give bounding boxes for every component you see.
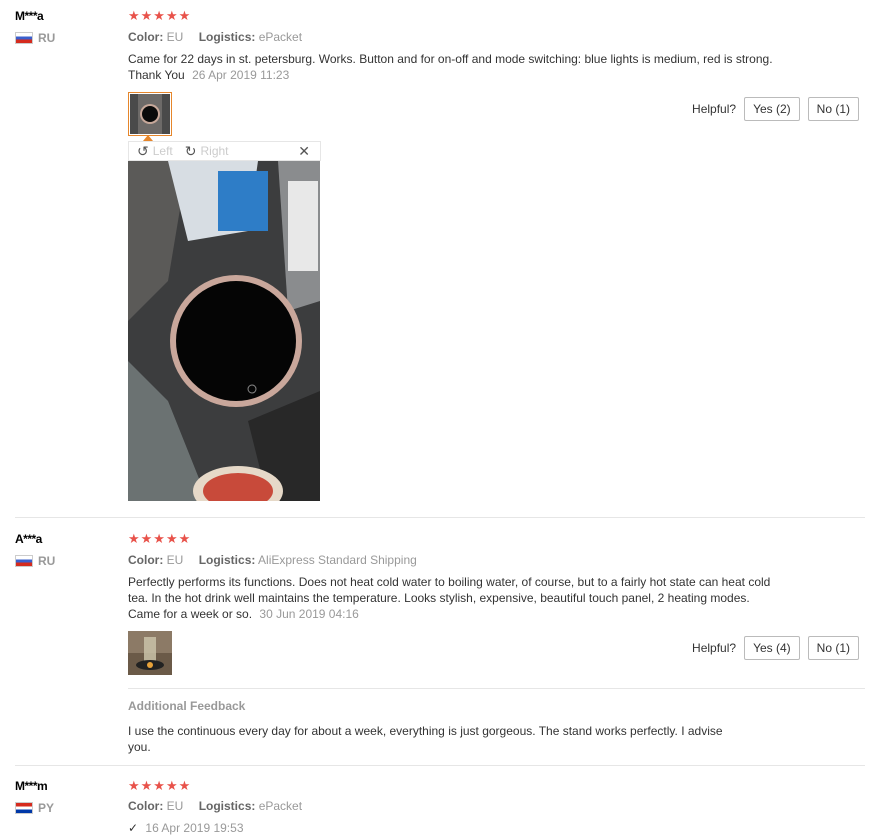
star-rating: ★★★★★	[128, 531, 192, 546]
color-value: EU	[166, 553, 184, 567]
reviewer-country: RU	[15, 31, 55, 45]
additional-feedback-title: Additional Feedback	[128, 699, 246, 713]
helpful-label: Helpful?	[692, 641, 737, 655]
rotate-left-icon: ↺	[137, 142, 149, 159]
feedback-divider	[128, 688, 865, 689]
review-photo-thumbnail[interactable]	[128, 631, 172, 675]
rotate-right-label: Right	[200, 144, 229, 158]
review-body: Perfectly performs its functions. Does n…	[128, 575, 771, 621]
rotate-left-button[interactable]: ↺ Left	[137, 143, 173, 160]
review-photo-large	[128, 161, 320, 501]
helpful-yes-button[interactable]: Yes (4)	[744, 636, 800, 660]
review-divider	[15, 517, 865, 518]
logistics-value: ePacket	[258, 799, 303, 813]
helpful-votes: Helpful? Yes (4) No (1)	[692, 636, 859, 660]
country-code: PY	[38, 801, 55, 815]
review-text: Came for 22 days in st. petersburg. Work…	[128, 51, 773, 83]
close-icon[interactable]: ✕	[298, 143, 310, 160]
rotate-left-label: Left	[152, 144, 173, 158]
helpful-no-button[interactable]: No (1)	[807, 636, 859, 660]
helpful-no-button[interactable]: No (1)	[807, 97, 859, 121]
logistics-value: ePacket	[258, 30, 303, 44]
order-meta: Color: EU Logistics: ePacket	[128, 30, 302, 44]
photo-viewer: ↺ Left ↻ Right ✕	[128, 135, 321, 501]
rotate-right-icon: ↻	[184, 142, 197, 159]
logistics-label: Logistics:	[198, 30, 256, 44]
photo-thumbnail-image	[128, 631, 172, 675]
py-flag-icon	[15, 802, 33, 814]
order-meta: Color: EU Logistics: AliExpress Standard…	[128, 553, 417, 567]
color-label: Color:	[128, 30, 164, 44]
review-text: ✓ 16 Apr 2019 19:53	[128, 820, 773, 836]
check-icon: ✓	[128, 821, 139, 835]
additional-feedback-text: I use the continuous every day for about…	[128, 724, 723, 754]
logistics-value: AliExpress Standard Shipping	[258, 553, 417, 567]
review-photo-thumbnail[interactable]	[128, 92, 172, 136]
color-label: Color:	[128, 553, 164, 567]
order-meta: Color: EU Logistics: ePacket	[128, 799, 302, 813]
country-code: RU	[38, 554, 56, 568]
reviewer-name: M***m	[15, 779, 48, 793]
logistics-label: Logistics:	[198, 799, 256, 813]
ru-flag-icon	[15, 32, 33, 44]
rotate-right-button[interactable]: ↻ Right	[185, 143, 229, 160]
star-rating: ★★★★★	[128, 778, 192, 793]
logistics-label: Logistics:	[198, 553, 256, 567]
reviewer-name: M***a	[15, 9, 44, 23]
country-code: RU	[38, 31, 56, 45]
reviewer-country: RU	[15, 554, 55, 568]
helpful-votes: Helpful? Yes (2) No (1)	[692, 97, 859, 121]
helpful-yes-button[interactable]: Yes (2)	[744, 97, 800, 121]
review-text: Perfectly performs its functions. Does n…	[128, 574, 773, 622]
star-rating: ★★★★★	[128, 8, 192, 23]
color-value: EU	[166, 799, 184, 813]
review-date: 16 Apr 2019 19:53	[145, 821, 244, 835]
color-value: EU	[166, 30, 184, 44]
viewer-toolbar: ↺ Left ↻ Right ✕	[128, 141, 321, 161]
reviewer-name: A***a	[15, 532, 42, 546]
helpful-label: Helpful?	[692, 102, 737, 116]
color-label: Color:	[128, 799, 164, 813]
reviewer-country: PY	[15, 801, 54, 815]
review-divider	[15, 765, 865, 766]
ru-flag-icon	[15, 555, 33, 567]
photo-thumbnail-image	[130, 94, 170, 134]
review-date: 26 Apr 2019 11:23	[192, 68, 290, 82]
review-date: 30 Jun 2019 04:16	[259, 607, 359, 621]
